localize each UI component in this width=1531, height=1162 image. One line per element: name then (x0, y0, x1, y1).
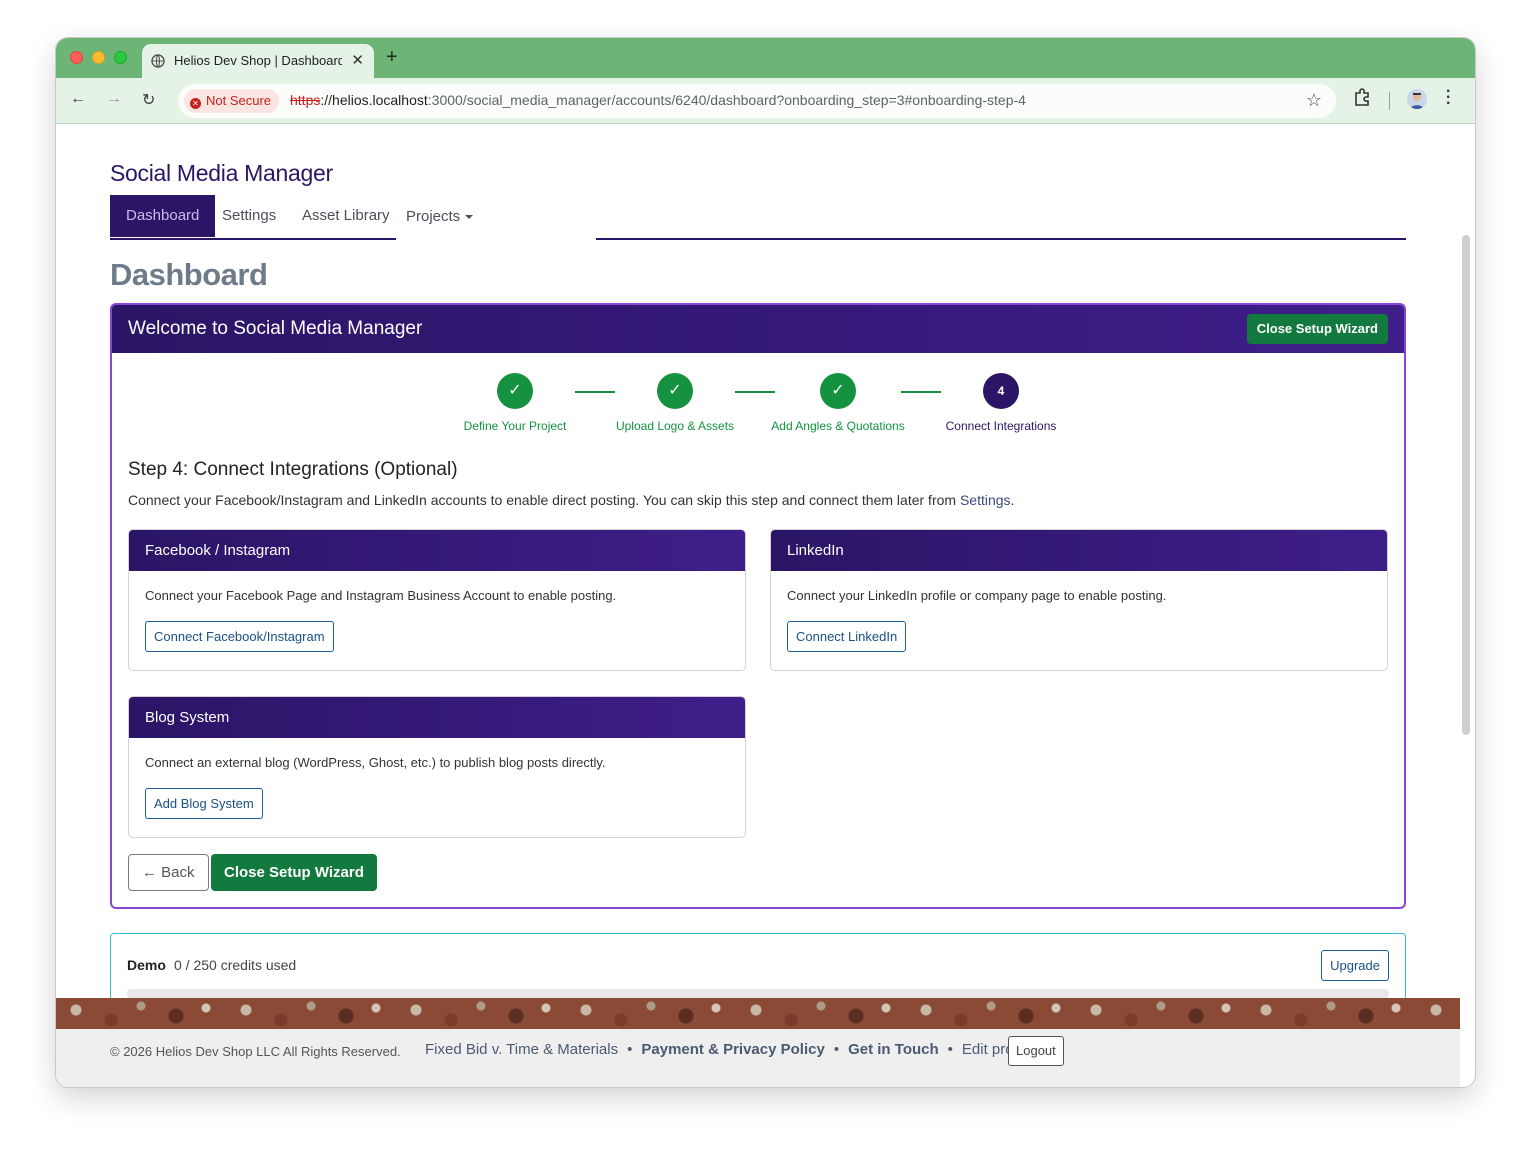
profile-avatar[interactable] (1407, 89, 1427, 109)
step-description: Connect your Facebook/Instagram and Link… (128, 492, 1015, 508)
wizard-header: Welcome to Social Media Manager Close Se… (112, 305, 1404, 353)
check-icon: ✓ (657, 373, 693, 409)
warning-icon: ✕ (190, 98, 201, 109)
main-nav: Dashboard Settings Asset Library (110, 195, 396, 240)
step-3-label: Add Angles & Quotations (771, 419, 905, 433)
setup-wizard: Welcome to Social Media Manager Close Se… (110, 303, 1406, 909)
step-number-badge: 4 (983, 373, 1019, 409)
extensions-puzzle-icon[interactable] (1353, 88, 1371, 106)
back-arrow-icon[interactable]: ← (70, 90, 86, 108)
url-text[interactable]: https://helios.localhost:3000/social_med… (290, 92, 1026, 108)
credits-used: 0 / 250 credits used (174, 957, 297, 973)
address-bar[interactable]: ✕ Not Secure https://helios.localhost:300… (178, 84, 1336, 118)
close-setup-wizard-button[interactable]: Close Setup Wizard (211, 854, 377, 891)
close-tab-icon[interactable]: ✕ (351, 51, 364, 69)
footer-separator: • (947, 1041, 953, 1058)
step-connector (901, 391, 941, 393)
footer-separator: • (627, 1041, 633, 1058)
footer-separator: • (833, 1041, 840, 1058)
connect-linkedin-button[interactable]: Connect LinkedIn (787, 621, 907, 652)
card-description: Connect an external blog (WordPress, Gho… (145, 755, 606, 770)
page-title: Dashboard (110, 257, 268, 292)
check-icon: ✓ (497, 373, 533, 409)
footer-link-get-in-touch[interactable]: Get in Touch (848, 1041, 939, 1058)
tab-title: Helios Dev Shop | Dashboard (174, 53, 342, 68)
logout-button[interactable]: Logout (1008, 1036, 1064, 1066)
footer-link-fixed-bid[interactable]: Fixed Bid v. Time & Materials (425, 1041, 618, 1058)
nav-divider (596, 238, 1406, 240)
tab-bar: Helios Dev Shop | Dashboard ✕ + (56, 38, 1475, 78)
card-description: Connect your Facebook Page and Instagram… (145, 588, 617, 603)
app-title: Social Media Manager (110, 160, 333, 186)
step-1-label: Define Your Project (463, 419, 567, 433)
facebook-card: Facebook / Instagram Connect your Facebo… (128, 529, 746, 671)
projects-dropdown[interactable]: Projects (406, 208, 474, 225)
footer-links: Fixed Bid v. Time & Materials • Payment & … (425, 1041, 1033, 1058)
tab-dashboard[interactable]: Dashboard (110, 195, 216, 237)
close-setup-wizard-button-top[interactable]: Close Setup Wizard (1246, 314, 1388, 344)
step-connector (735, 391, 775, 393)
plan-name: Demo (127, 957, 166, 973)
page-viewport: Social Media Manager Dashboard Settings … (56, 125, 1475, 1087)
browser-tab[interactable]: Helios Dev Shop | Dashboard ✕ (142, 44, 374, 78)
footer-stone-banner (56, 998, 1460, 1029)
caret-down-icon (465, 215, 474, 219)
card-title: LinkedIn (771, 530, 1387, 571)
page-footer: © 2026 Helios Dev Shop LLC All Rights Re… (56, 1029, 1460, 1087)
browser-toolbar: ← → ↻ ✕ Not Secure https://helios.localho… (56, 78, 1475, 124)
wizard-title: Welcome to Social Media Manager (128, 318, 423, 339)
step-connector (575, 391, 615, 393)
connect-facebook-button[interactable]: Connect Facebook/Instagram (145, 621, 334, 652)
settings-link[interactable]: Settings (960, 492, 1011, 508)
new-tab-button[interactable]: + (386, 46, 398, 69)
add-blog-system-button[interactable]: Add Blog System (145, 788, 263, 819)
linkedin-card: LinkedIn Connect your LinkedIn profile o… (770, 529, 1388, 671)
check-icon: ✓ (820, 373, 856, 409)
back-button[interactable]: ← Back (128, 854, 209, 891)
close-window-button[interactable] (70, 51, 83, 64)
card-title: Facebook / Instagram (129, 530, 745, 571)
footer-link-payment-privacy[interactable]: Payment & Privacy Policy (641, 1041, 824, 1058)
step-4-label: Connect Integrations (945, 419, 1057, 433)
card-description: Connect your LinkedIn profile or company… (787, 588, 1167, 603)
step-2-label: Upload Logo & Assets (615, 419, 735, 433)
browser-menu-icon[interactable]: · · · (1446, 84, 1451, 112)
upgrade-button[interactable]: Upgrade (1321, 950, 1389, 981)
tab-asset-library[interactable]: Asset Library (302, 195, 390, 237)
maximize-window-button[interactable] (114, 51, 127, 64)
step-heading: Step 4: Connect Integrations (Optional) (128, 459, 458, 480)
security-badge[interactable]: ✕ Not Secure (184, 89, 280, 113)
page-scrollbar[interactable] (1462, 235, 1470, 735)
card-title: Blog System (129, 697, 745, 738)
blog-card: Blog System Connect an external blog (Wo… (128, 696, 746, 838)
tab-settings[interactable]: Settings (222, 195, 276, 237)
toolbar-separator (1389, 92, 1390, 110)
bookmark-star-icon[interactable]: ☆ (1306, 90, 1322, 111)
globe-icon (151, 54, 165, 68)
browser-window: Helios Dev Shop | Dashboard ✕ + ← → ↻ ✕ N… (56, 38, 1475, 1087)
reload-icon[interactable]: ↻ (142, 90, 155, 110)
copyright-text: © 2026 Helios Dev Shop LLC All Rights Re… (110, 1044, 401, 1059)
minimize-window-button[interactable] (92, 51, 105, 64)
forward-arrow-icon[interactable]: → (106, 90, 122, 108)
